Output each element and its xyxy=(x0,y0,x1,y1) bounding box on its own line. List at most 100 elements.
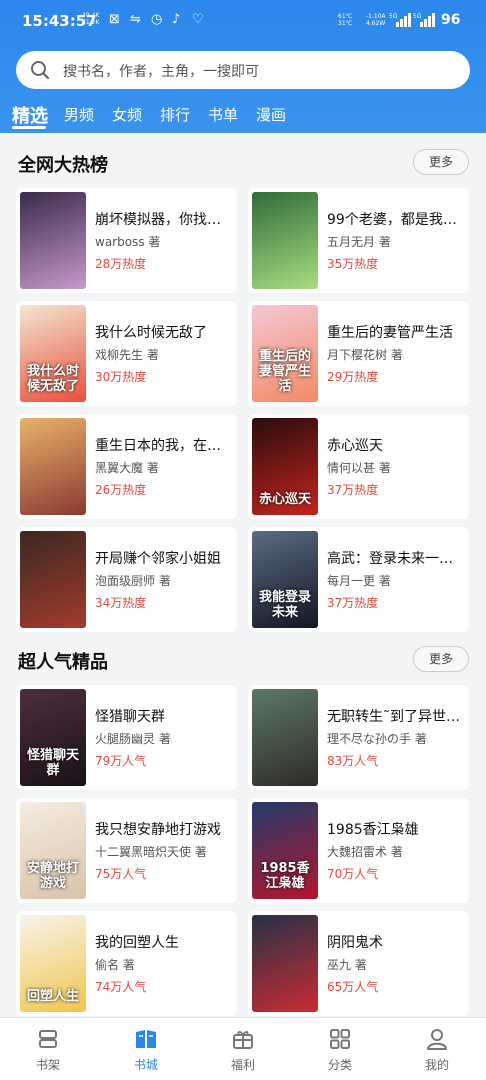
book-title: 赤心巡天 xyxy=(327,438,383,454)
book-card[interactable]: 安静地打游戏 我只想安静地打游戏 十二翼黑暗炽天使 著 75万人气 xyxy=(16,798,237,903)
book-popularity: 30万热度 xyxy=(95,370,147,384)
tab-featured[interactable]: 精选 xyxy=(12,102,48,128)
book-card[interactable]: 重生日本的我，在灵… 黑翼大魔 著 26万热度 xyxy=(16,414,237,519)
book-title: 我什么时候无敌了 xyxy=(95,325,207,341)
sync-icon: ⇋ xyxy=(130,12,141,27)
book-cover: 赤心巡天 xyxy=(252,418,318,515)
book-title: 我只想安静地打游戏 xyxy=(95,822,221,838)
book-author: 大魏招雷术 著 xyxy=(327,845,403,859)
battery-level: 96 xyxy=(441,12,461,28)
nav-profile[interactable]: 我的 xyxy=(392,1018,482,1080)
book-author: 偷名 著 xyxy=(95,958,135,972)
cover-title: 我什么时候无敌了 xyxy=(26,364,79,394)
book-card[interactable]: 我能登录未来 高武：登录未来一万… 每月一更 著 37万热度 xyxy=(248,527,469,632)
status-bar: 15:43:57 49.4K 61.2K ⊠ ⇋ ◷ ♪ ♡ 61℃ 31℃ -… xyxy=(0,0,486,42)
book-title: 阴阳鬼术 xyxy=(327,935,383,951)
search-placeholder: 搜书名，作者，主角，一搜即可 xyxy=(63,64,259,80)
book-card[interactable]: 阴阳鬼术 巫九 著 65万人气 xyxy=(248,911,469,1016)
tab-male[interactable]: 男频 xyxy=(64,104,94,125)
book-title: 我的回塑人生 xyxy=(95,935,179,951)
book-popularity: 37万热度 xyxy=(327,483,379,497)
tab-comics[interactable]: 漫画 xyxy=(256,104,286,125)
more-button[interactable]: 更多 xyxy=(413,646,469,672)
book-card[interactable]: 开局赚个邻家小姐姐 泡面级厨师 著 34万热度 xyxy=(16,527,237,632)
book-popularity: 37万热度 xyxy=(327,596,379,610)
bookstore-icon xyxy=(136,1030,156,1048)
bottom-nav: 书架 书城 福利 分类 我的 xyxy=(0,1017,486,1080)
book-card[interactable]: 无职转生˜到了异世… 理不尽な孙の手 著 83万人气 xyxy=(248,685,469,790)
book-popularity: 26万热度 xyxy=(95,483,147,497)
network-speed: 49.4K 61.2K xyxy=(82,12,100,26)
book-author: 每月一更 著 xyxy=(327,574,391,588)
active-tab-indicator xyxy=(12,126,46,129)
book-cover: 安静地打游戏 xyxy=(20,802,86,899)
book-card[interactable]: 回塑人生 我的回塑人生 偷名 著 74万人气 xyxy=(16,911,237,1016)
book-card[interactable]: 99个老婆，都是我… 五月无月 著 35万热度 xyxy=(248,188,469,293)
book-popularity: 29万热度 xyxy=(327,370,379,384)
book-title: 怪猎聊天群 xyxy=(95,709,165,725)
book-popularity: 74万人气 xyxy=(95,980,147,994)
nav-bookstore[interactable]: 书城 xyxy=(101,1018,191,1080)
cover-title: 重生后的妻管严生活 xyxy=(258,349,311,394)
tab-booklist[interactable]: 书单 xyxy=(208,104,238,125)
book-card[interactable]: 赤心巡天 赤心巡天 情何以甚 著 37万热度 xyxy=(248,414,469,519)
book-popularity: 75万人气 xyxy=(95,867,147,881)
app-header: 15:43:57 49.4K 61.2K ⊠ ⇋ ◷ ♪ ♡ 61℃ 31℃ -… xyxy=(0,0,486,133)
book-card[interactable]: 崩坏模拟器，你找的… warboss 著 28万热度 xyxy=(16,188,237,293)
book-card[interactable]: 重生后的妻管严生活 重生后的妻管严生活 月下樱花树 著 29万热度 xyxy=(248,301,469,406)
book-cover xyxy=(20,192,86,289)
cover-title: 安静地打游戏 xyxy=(26,861,79,891)
book-cover: 1985香江枭雄 xyxy=(252,802,318,899)
bookshelf-icon xyxy=(39,1030,57,1048)
profile-icon xyxy=(427,1029,447,1050)
book-title: 1985香江枭雄 xyxy=(327,822,419,838)
book-author: warboss 著 xyxy=(95,235,161,249)
book-title: 高武：登录未来一万… xyxy=(327,551,465,567)
book-title: 崩坏模拟器，你找的… xyxy=(95,212,233,228)
book-popularity: 35万热度 xyxy=(327,257,379,271)
signal-icon xyxy=(396,13,412,27)
cover-title: 赤心巡天 xyxy=(258,492,311,507)
book-cover: 我能登录未来 xyxy=(252,531,318,628)
tab-female[interactable]: 女频 xyxy=(112,104,142,125)
section-title: 全网大热榜 xyxy=(18,155,108,176)
nav-category[interactable]: 分类 xyxy=(295,1018,385,1080)
book-cover xyxy=(252,915,318,1012)
book-title: 重生后的妻管严生活 xyxy=(327,325,453,341)
book-cover xyxy=(252,192,318,289)
book-author: 泡面级厨师 著 xyxy=(95,574,171,588)
book-title: 开局赚个邻家小姐姐 xyxy=(95,551,221,567)
book-author: 情何以甚 著 xyxy=(327,461,391,475)
nav-welfare[interactable]: 福利 xyxy=(198,1018,288,1080)
book-author: 黑翼大魔 著 xyxy=(95,461,159,475)
book-cover xyxy=(20,531,86,628)
book-title: 无职转生˜到了异世… xyxy=(327,709,460,725)
cover-title: 我能登录未来 xyxy=(258,590,311,620)
cover-title: 回塑人生 xyxy=(26,989,79,1004)
more-button[interactable]: 更多 xyxy=(413,149,469,175)
search-icon xyxy=(31,61,50,80)
book-card[interactable]: 怪猎聊天群 怪猎聊天群 火腿肠幽灵 著 79万人气 xyxy=(16,685,237,790)
clock-icon: ◷ xyxy=(151,12,163,27)
book-author: 月下樱花树 著 xyxy=(327,348,403,362)
book-card[interactable]: 1985香江枭雄 1985香江枭雄 大魏招雷术 著 70万人气 xyxy=(248,798,469,903)
search-input[interactable]: 搜书名，作者，主角，一搜即可 xyxy=(16,51,470,89)
book-author: 戏柳先生 著 xyxy=(95,348,159,362)
book-popularity: 28万热度 xyxy=(95,257,147,271)
book-cover xyxy=(20,418,86,515)
book-author: 巫九 著 xyxy=(327,958,367,972)
tab-ranking[interactable]: 排行 xyxy=(160,104,190,125)
cover-title: 1985香江枭雄 xyxy=(260,861,310,891)
book-popularity: 83万人气 xyxy=(327,754,379,768)
signal-icon xyxy=(420,13,436,27)
book-cover: 怪猎聊天群 xyxy=(20,689,86,786)
heart-icon: ♡ xyxy=(192,12,204,27)
cover-title: 怪猎聊天群 xyxy=(26,748,79,778)
book-cover xyxy=(252,689,318,786)
book-cover: 重生后的妻管严生活 xyxy=(252,305,318,402)
book-card[interactable]: 我什么时候无敌了 我什么时候无敌了 戏柳先生 著 30万热度 xyxy=(16,301,237,406)
power-readout: -1.10A 4.62W xyxy=(366,13,386,27)
book-popularity: 34万热度 xyxy=(95,596,147,610)
book-author: 理不尽な孙の手 著 xyxy=(327,732,427,746)
nav-bookshelf[interactable]: 书架 xyxy=(3,1018,93,1080)
